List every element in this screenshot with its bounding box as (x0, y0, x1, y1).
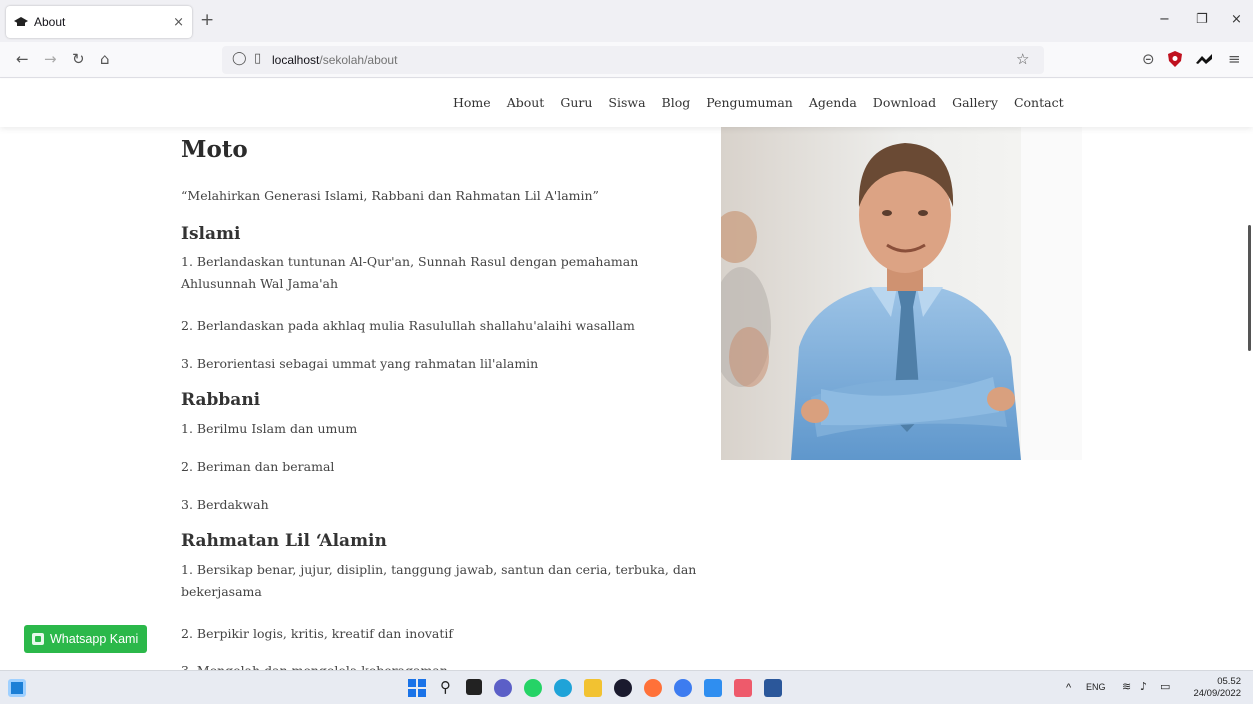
word-icon[interactable] (764, 679, 782, 697)
whatsapp-app-icon[interactable] (524, 679, 542, 697)
about-photo (721, 127, 1082, 460)
url-host: localhost (272, 53, 320, 67)
moto-quote: “Melahirkan Generasi Islami, Rabbani dan… (181, 188, 599, 203)
site-nav: Home About Guru Siswa Blog Pengumuman Ag… (453, 95, 1064, 110)
forward-arrow-icon[interactable]: → (44, 50, 57, 68)
bookmark-star-icon[interactable]: ☆ (1016, 50, 1029, 68)
back-arrow-icon[interactable]: ← (16, 50, 29, 68)
page-info-icon[interactable]: ▯ (254, 51, 261, 66)
clock-time: 05.52 (1217, 676, 1241, 687)
site-header: Home About Guru Siswa Blog Pengumuman Ag… (0, 79, 1253, 127)
nav-download[interactable]: Download (873, 95, 936, 110)
nav-contact[interactable]: Contact (1014, 95, 1064, 110)
windows-taskbar: ⚲ ^ ENG ≋ ♪ ▭ 05.52 24/09/2022 (0, 670, 1253, 704)
nav-pengumuman[interactable]: Pengumuman (706, 95, 793, 110)
new-tab-button[interactable]: + (200, 10, 214, 30)
media-player-icon[interactable] (614, 679, 632, 697)
page-title: Moto (181, 136, 248, 163)
whatsapp-button[interactable]: Whatsapp Kami (24, 625, 147, 653)
wifi-icon[interactable]: ≋ (1122, 680, 1131, 693)
list-item: 1. Bersikap benar, jujur, disiplin, tang… (181, 562, 697, 599)
windows-start-icon[interactable] (408, 679, 426, 697)
nav-siswa[interactable]: Siswa (608, 95, 645, 110)
home-icon[interactable]: ⌂ (100, 50, 110, 68)
xampp-icon[interactable] (734, 679, 752, 697)
section-heading-rahmatan: Rahmatan Lil ‘Alamin (181, 531, 387, 551)
browser-tab-bar: About × + − ❐ × (0, 0, 1253, 42)
list-item: 1. Berlandaskan tuntunan Al-Qur'an, Sunn… (181, 254, 639, 291)
list-item: 2. Berpikir logis, kritis, kreatif dan i… (181, 626, 454, 641)
reload-icon[interactable]: ↻ (72, 50, 85, 68)
language-indicator[interactable]: ENG (1086, 682, 1106, 692)
nav-guru[interactable]: Guru (560, 95, 592, 110)
nav-gallery[interactable]: Gallery (952, 95, 998, 110)
vscode-icon[interactable] (704, 679, 722, 697)
window-close-icon[interactable]: × (1231, 12, 1242, 27)
clock-date: 24/09/2022 (1193, 688, 1241, 699)
battery-icon[interactable]: ▭ (1160, 680, 1170, 693)
list-item: 2. Beriman dan beramal (181, 459, 335, 474)
section-heading-rabbani: Rabbani (181, 390, 261, 410)
menu-icon[interactable]: ≡ (1228, 50, 1241, 68)
url-text[interactable]: localhost/sekolah/about (272, 53, 397, 67)
tracking-shield-icon[interactable]: ◯ (232, 51, 247, 66)
pocket-icon[interactable]: ⊝ (1142, 50, 1155, 68)
list-item: 3. Berdakwah (181, 497, 269, 512)
chrome-dev-icon[interactable] (674, 679, 692, 697)
restore-icon[interactable]: ❐ (1196, 12, 1208, 27)
browser-tab-about[interactable]: About × (6, 6, 192, 38)
nav-about[interactable]: About (507, 95, 545, 110)
section-heading-islami: Islami (181, 224, 241, 244)
nav-home[interactable]: Home (453, 95, 491, 110)
tab-close-icon[interactable]: × (173, 15, 184, 30)
nav-agenda[interactable]: Agenda (809, 95, 857, 110)
whatsapp-button-label: Whatsapp Kami (50, 632, 139, 646)
teams-chat-icon[interactable] (494, 679, 512, 697)
list-item: 2. Berlandaskan pada akhlaq mulia Rasulu… (181, 318, 635, 333)
widgets-icon[interactable] (8, 679, 26, 697)
edge-icon[interactable] (554, 679, 572, 697)
whatsapp-icon (32, 633, 44, 645)
nav-blog[interactable]: Blog (662, 95, 691, 110)
list-item: 3. Berorientasi sebagai ummat yang rahma… (181, 356, 539, 371)
ublock-shield-icon[interactable] (1168, 51, 1182, 67)
minimize-icon[interactable]: − (1159, 12, 1170, 27)
chevron-up-icon[interactable]: ^ (1066, 682, 1071, 694)
extension-arrow-icon[interactable] (1196, 54, 1212, 64)
url-path: /sekolah/about (319, 53, 398, 67)
file-explorer-icon[interactable] (584, 679, 602, 697)
firefox-icon[interactable] (644, 679, 662, 697)
system-clock[interactable]: 05.52 24/09/2022 (1193, 676, 1241, 700)
graduation-cap-icon (14, 17, 28, 26)
page-scrollbar[interactable] (1248, 225, 1251, 351)
task-view-icon[interactable] (466, 679, 482, 695)
list-item: 1. Berilmu Islam dan umum (181, 421, 358, 436)
tab-title: About (34, 15, 66, 29)
search-icon[interactable]: ⚲ (440, 678, 451, 696)
volume-icon[interactable]: ♪ (1140, 680, 1147, 693)
